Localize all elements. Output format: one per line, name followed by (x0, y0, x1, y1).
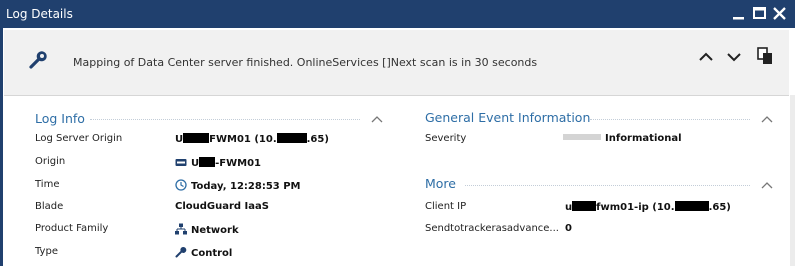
maximize-icon[interactable] (750, 3, 770, 23)
client-ip-value: u fwm01-ip (10. .65) (565, 201, 731, 213)
scrollbar[interactable] (790, 95, 795, 266)
clock-icon (175, 179, 187, 191)
origin-label: Origin (35, 156, 66, 167)
section-divider (590, 119, 750, 120)
redaction-block (199, 157, 216, 167)
banner-message: Mapping of Data Center server finished. … (73, 56, 538, 69)
section-divider (465, 185, 750, 186)
log-server-origin-value: U FWM01 (10. .65) (175, 133, 329, 145)
redaction-block (572, 201, 597, 211)
severity-bar (563, 134, 601, 140)
collapse-general-icon[interactable] (761, 115, 773, 123)
copy-icon[interactable] (756, 46, 774, 66)
wrench-icon (175, 246, 187, 258)
minimize-icon[interactable] (729, 3, 749, 23)
type-label: Type (35, 246, 58, 257)
client-ip-label: Client IP (425, 201, 467, 212)
log-info-title: Log Info (35, 111, 85, 126)
more-title: More (425, 176, 456, 191)
sendtotracker-value: 0 (565, 223, 572, 234)
collapse-more-icon[interactable] (761, 181, 773, 189)
general-event-title: General Event Information (425, 110, 591, 125)
gateway-icon (175, 159, 187, 166)
log-server-origin-label: Log Server Origin (35, 133, 123, 144)
redaction-block (674, 201, 709, 211)
blade-label: Blade (35, 201, 64, 212)
type-value: Control (175, 246, 232, 260)
network-icon (175, 223, 187, 235)
time-value: Today, 12:28:53 PM (175, 179, 301, 193)
severity-value: Informational (563, 133, 682, 145)
time-label: Time (35, 179, 60, 190)
redaction-block (183, 133, 210, 143)
collapse-log-info-icon[interactable] (371, 115, 383, 123)
sendtotracker-label: Sendtotrackerasadvance... (425, 223, 559, 234)
section-divider (90, 119, 360, 120)
product-family-label: Product Family (35, 223, 109, 234)
origin-value: U -FWM01 (175, 156, 261, 170)
log-details-window: Log Details Mapping of Data Center serve… (0, 0, 795, 266)
product-family-value: Network (175, 223, 239, 237)
chevron-up-icon[interactable] (698, 50, 714, 64)
redaction-block (276, 133, 307, 143)
window-border (0, 28, 3, 266)
blade-value: CloudGuard IaaS (175, 201, 269, 212)
title-bar[interactable]: Log Details (0, 0, 795, 28)
chevron-down-icon[interactable] (726, 50, 742, 64)
wrench-icon (29, 51, 47, 69)
close-icon[interactable] (770, 3, 790, 23)
severity-label: Severity (425, 133, 467, 144)
window-title: Log Details (6, 7, 73, 21)
